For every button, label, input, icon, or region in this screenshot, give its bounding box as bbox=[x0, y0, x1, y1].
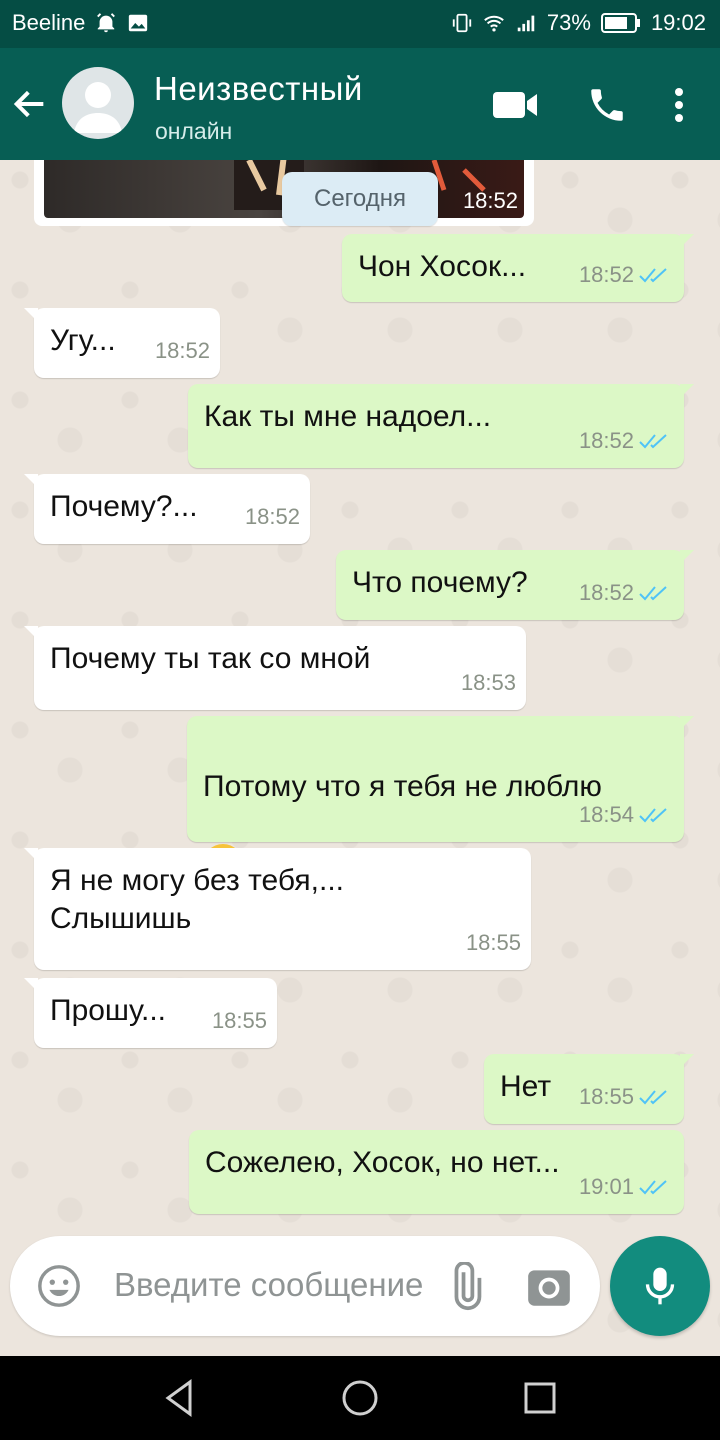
video-call-button[interactable] bbox=[490, 80, 540, 130]
message-bubble[interactable]: Почему ты так со мной 18:53 bbox=[24, 626, 526, 710]
camera-icon[interactable] bbox=[524, 1262, 574, 1312]
message-bubble[interactable]: Потому что я тебя не люблю 18:54 bbox=[187, 716, 694, 885]
clock: 19:02 bbox=[650, 10, 706, 35]
read-ticks-icon bbox=[639, 434, 667, 449]
bubble-tail bbox=[680, 384, 694, 398]
message-text: Прошу... bbox=[50, 994, 167, 1027]
signal-icon bbox=[517, 15, 535, 32]
message-text: Сожелею, Хосок, но нет... bbox=[205, 1146, 560, 1179]
bubble-tail bbox=[680, 716, 694, 730]
read-ticks-icon bbox=[639, 586, 667, 601]
message-time: 18:52 bbox=[579, 422, 672, 460]
time-label: 18:52 bbox=[578, 262, 634, 287]
message-time: 18:55 bbox=[579, 1078, 672, 1116]
bubble-tail bbox=[680, 550, 694, 564]
time-label: 18:54 bbox=[578, 802, 634, 827]
message-bubble[interactable]: Как ты мне надоел... 18:52 bbox=[188, 384, 694, 468]
message-time: 18:54 bbox=[579, 796, 672, 834]
wifi-icon bbox=[484, 15, 504, 32]
time-label: 18:55 bbox=[211, 1008, 267, 1033]
date-divider: Сегодня bbox=[282, 172, 438, 226]
status-bar: Beeline 73% 19:02 bbox=[0, 0, 720, 48]
emoji-icon[interactable] bbox=[36, 1263, 82, 1309]
message-text: Почему?... bbox=[50, 490, 198, 523]
back-triangle-icon[interactable] bbox=[158, 1376, 202, 1420]
message-bubble[interactable]: Нет 18:55 bbox=[484, 1054, 694, 1124]
message-time: 18:52 bbox=[155, 332, 210, 370]
message-time: 18:55 bbox=[212, 1002, 267, 1040]
system-nav-bar bbox=[0, 1356, 720, 1440]
read-ticks-icon bbox=[639, 1180, 667, 1195]
recents-square-icon[interactable] bbox=[518, 1376, 562, 1420]
time-label: 18:52 bbox=[154, 338, 210, 363]
message-bubble[interactable]: Чон Хосок... 18:52 bbox=[342, 234, 694, 302]
message-input-bar[interactable]: Введите сообщение bbox=[10, 1236, 600, 1336]
message-time: 18:52 bbox=[579, 574, 672, 612]
time-label: 18:52 bbox=[578, 428, 634, 453]
message-text: Угу... bbox=[50, 324, 116, 357]
message-text: Как ты мне надоел... bbox=[204, 400, 492, 433]
time-label: 19:01 bbox=[578, 1174, 634, 1199]
message-text: Нет bbox=[500, 1070, 552, 1103]
time-label: 18:52 bbox=[244, 504, 300, 529]
battery-icon bbox=[600, 13, 640, 33]
attach-icon[interactable] bbox=[440, 1262, 490, 1312]
bubble-tail bbox=[24, 848, 38, 862]
message-time: 18:55 bbox=[466, 924, 521, 962]
time-label: 18:52 bbox=[578, 580, 634, 605]
message-bubble[interactable]: Я не могу без тебя,... Слышишь 18:55 bbox=[24, 848, 531, 970]
mic-icon bbox=[645, 1267, 675, 1305]
message-bubble[interactable]: Прошу... 18:55 bbox=[24, 978, 277, 1048]
message-bubble[interactable]: Почему?... 18:52 bbox=[24, 474, 310, 544]
message-text: Потому что я тебя не люблю bbox=[203, 770, 602, 803]
phone-icon bbox=[591, 89, 623, 121]
message-text: Почему ты так со мной bbox=[50, 642, 371, 675]
image-icon bbox=[129, 14, 148, 32]
message-time: 18:53 bbox=[461, 664, 516, 702]
vibrate-icon bbox=[452, 13, 472, 33]
message-text: Чон Хосок... bbox=[358, 250, 527, 283]
contact-name[interactable]: Неизвестный bbox=[154, 70, 363, 108]
more-options-button[interactable] bbox=[654, 80, 704, 130]
message-time: 18:52 bbox=[579, 256, 672, 294]
message-time: 19:01 bbox=[579, 1168, 672, 1206]
alarm-icon bbox=[97, 13, 116, 33]
message-input[interactable]: Введите сообщение bbox=[114, 1266, 423, 1304]
carrier-label: Beeline bbox=[12, 10, 86, 35]
chat-header: Неизвестный онлайн bbox=[0, 48, 720, 160]
voice-call-button[interactable] bbox=[582, 80, 632, 130]
message-text: Я не могу без тебя,... Слышишь bbox=[50, 864, 344, 935]
photo-time: 18:52 bbox=[462, 188, 518, 213]
time-label: 18:55 bbox=[578, 1084, 634, 1109]
chat-area[interactable]: 18:52 Сегодня Чон Хосок... 18:52 Угу... … bbox=[0, 160, 720, 1356]
message-text: Что почему? bbox=[352, 566, 528, 599]
bubble-tail bbox=[680, 1054, 694, 1068]
mic-button[interactable] bbox=[610, 1236, 710, 1336]
bubble-tail bbox=[24, 978, 38, 992]
video-call-icon bbox=[493, 92, 537, 118]
contact-status: онлайн bbox=[155, 118, 233, 144]
bubble-tail bbox=[680, 234, 694, 248]
message-time: 18:52 bbox=[245, 498, 300, 536]
time-label: 18:53 bbox=[460, 670, 516, 695]
more-options-icon bbox=[675, 88, 683, 122]
message-bubble[interactable]: Что почему? 18:52 bbox=[336, 550, 694, 620]
default-avatar-icon bbox=[74, 82, 122, 133]
bubble-tail bbox=[24, 626, 38, 640]
message-bubble[interactable]: Сожелею, Хосок, но нет... 19:01 bbox=[189, 1130, 684, 1214]
time-label: 18:55 bbox=[465, 930, 521, 955]
message-bubble[interactable]: Угу... 18:52 bbox=[24, 308, 220, 378]
back-arrow-icon[interactable] bbox=[10, 84, 50, 124]
battery-percent: 73% bbox=[546, 10, 591, 35]
read-ticks-icon bbox=[639, 808, 667, 823]
bubble-tail bbox=[24, 474, 38, 488]
bubble-tail bbox=[24, 308, 38, 322]
avatar[interactable] bbox=[62, 67, 134, 139]
home-circle-icon[interactable] bbox=[338, 1376, 382, 1420]
read-ticks-icon bbox=[639, 268, 667, 283]
read-ticks-icon bbox=[639, 1090, 667, 1105]
